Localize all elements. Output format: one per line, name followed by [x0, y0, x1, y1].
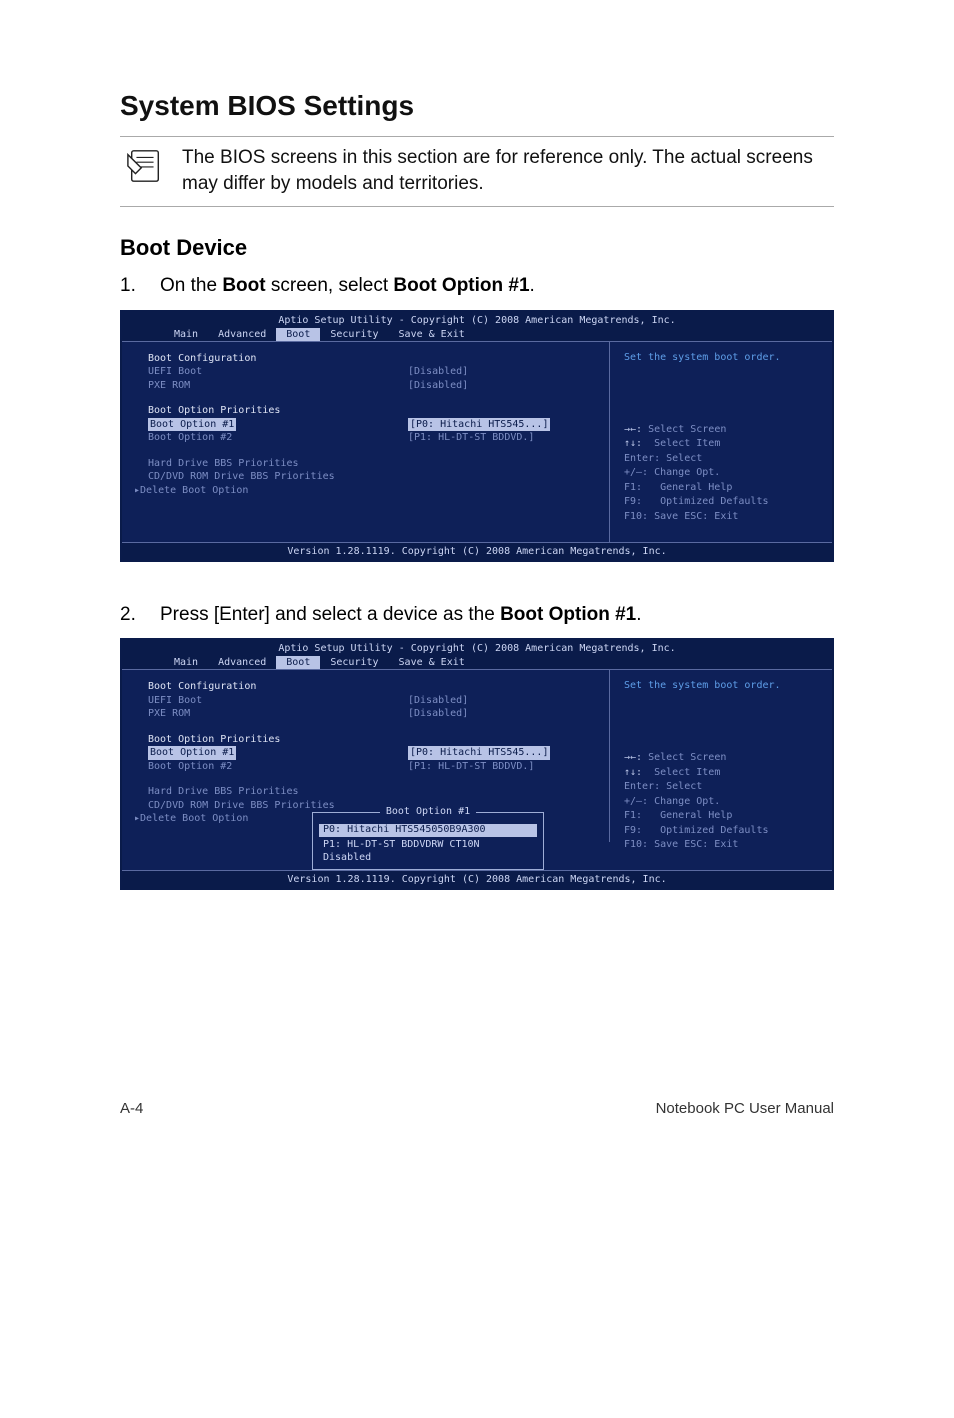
bios-help-panel: Set the system boot order. →←: Select Sc… — [610, 670, 832, 870]
pxe-rom-label[interactable]: PXE ROM — [148, 379, 408, 393]
text: Press [Enter] and select a device as the — [160, 604, 500, 625]
boot-option-1-label[interactable]: Boot Option #1 — [148, 746, 236, 760]
key-help-line: F10: Save ESC: Exit — [624, 510, 820, 525]
manual-title: Notebook PC User Manual — [656, 1100, 834, 1117]
bios-screenshot-1: Aptio Setup Utility - Copyright (C) 2008… — [120, 310, 834, 562]
boot-priorities-heading: Boot Option Priorities — [148, 404, 408, 418]
pxe-rom-label[interactable]: PXE ROM — [148, 707, 408, 721]
tab-advanced[interactable]: Advanced — [208, 328, 276, 341]
popup-option-hldtst[interactable]: P1: HL-DT-ST BDDVDRW CT10N — [313, 839, 543, 852]
boot-config-heading: Boot Configuration — [148, 680, 408, 694]
key-help-line: F9: Optimized Defaults — [624, 824, 820, 839]
popup-title: Boot Option #1 — [380, 806, 476, 817]
note-text: The BIOS screens in this section are for… — [182, 145, 834, 196]
note-icon — [126, 147, 164, 185]
hdd-bbs-priorities[interactable]: Hard Drive BBS Priorities — [148, 457, 408, 471]
cd-dvd-bbs-priorities[interactable]: CD/DVD ROM Drive BBS Priorities — [148, 470, 408, 484]
step-2: 2. Press [Enter] and select a device as … — [120, 602, 834, 629]
boot-option-popup: Boot Option #1 P0: Hitachi HTS545050B9A3… — [312, 812, 544, 870]
text-bold: Boot Option #1 — [393, 275, 529, 296]
page-footer: A-4 Notebook PC User Manual — [120, 930, 834, 1117]
key-help-line: Enter: Select — [624, 780, 820, 795]
boot-option-2-label[interactable]: Boot Option #2 — [148, 431, 408, 445]
delete-boot-option[interactable]: Delete Boot Option — [140, 812, 248, 826]
bios-footer: Version 1.28.1119. Copyright (C) 2008 Am… — [122, 543, 832, 560]
delete-boot-option[interactable]: Delete Boot Option — [140, 484, 248, 498]
bios-screenshot-2: Aptio Setup Utility - Copyright (C) 2008… — [120, 638, 834, 890]
tab-security[interactable]: Security — [320, 328, 388, 341]
note-callout: The BIOS screens in this section are for… — [120, 136, 834, 207]
text-bold: Boot Option #1 — [500, 604, 636, 625]
boot-option-2-label[interactable]: Boot Option #2 — [148, 760, 408, 774]
step-text: On the Boot screen, select Boot Option #… — [160, 273, 535, 300]
text-bold: Boot — [222, 275, 265, 296]
uefi-boot-label[interactable]: UEFI Boot — [148, 694, 408, 708]
boot-option-1-value: [P0: Hitachi HTS545...] — [408, 418, 550, 432]
key-help-line: ↑↓: Select Item — [624, 437, 820, 452]
uefi-boot-value: [Disabled] — [408, 694, 468, 708]
tab-boot[interactable]: Boot — [276, 656, 320, 669]
boot-option-2-value: [P1: HL-DT-ST BDDVD.] — [408, 431, 534, 445]
boot-config-heading: Boot Configuration — [148, 352, 408, 366]
tab-save-exit[interactable]: Save & Exit — [389, 656, 475, 669]
key-help-line: →←: Select Screen — [624, 751, 820, 766]
tab-main[interactable]: Main — [164, 328, 208, 341]
tab-main[interactable]: Main — [164, 656, 208, 669]
key-help-line: ↑↓: Select Item — [624, 766, 820, 781]
text: On the — [160, 275, 222, 296]
key-help-line: F1: General Help — [624, 809, 820, 824]
help-description: Set the system boot order. — [624, 352, 820, 363]
popup-option-hitachi[interactable]: P0: Hitachi HTS545050B9A300 — [319, 824, 537, 837]
bios-header: Aptio Setup Utility - Copyright (C) 2008… — [122, 640, 832, 656]
uefi-boot-value: [Disabled] — [408, 365, 468, 379]
key-help-line: F9: Optimized Defaults — [624, 495, 820, 510]
text: . — [636, 604, 641, 625]
step-number: 2. — [120, 602, 160, 629]
bios-tab-row: Main Advanced Boot Security Save & Exit — [122, 656, 832, 669]
bios-tab-row: Main Advanced Boot Security Save & Exit — [122, 328, 832, 341]
tab-advanced[interactable]: Advanced — [208, 656, 276, 669]
step-text: Press [Enter] and select a device as the… — [160, 602, 642, 629]
pxe-rom-value: [Disabled] — [408, 707, 468, 721]
uefi-boot-label[interactable]: UEFI Boot — [148, 365, 408, 379]
key-help-line: +/—: Change Opt. — [624, 795, 820, 810]
text: . — [530, 275, 535, 296]
popup-option-disabled[interactable]: Disabled — [313, 852, 543, 865]
bios-main-panel: Boot Configuration UEFI Boot[Disabled] P… — [122, 342, 610, 542]
step-1: 1. On the Boot screen, select Boot Optio… — [120, 273, 834, 300]
tab-security[interactable]: Security — [320, 656, 388, 669]
bios-footer: Version 1.28.1119. Copyright (C) 2008 Am… — [122, 871, 832, 888]
bios-help-panel: Set the system boot order. →←: Select Sc… — [610, 342, 832, 542]
step-number: 1. — [120, 273, 160, 300]
cd-dvd-bbs-priorities[interactable]: CD/DVD ROM Drive BBS Priorities — [148, 799, 408, 813]
boot-option-2-value: [P1: HL-DT-ST BDDVD.] — [408, 760, 534, 774]
key-help-line: F10: Save ESC: Exit — [624, 838, 820, 853]
boot-option-1-label[interactable]: Boot Option #1 — [148, 418, 236, 432]
hdd-bbs-priorities[interactable]: Hard Drive BBS Priorities — [148, 785, 408, 799]
boot-option-1-value: [P0: Hitachi HTS545...] — [408, 746, 550, 760]
page-number: A-4 — [120, 1100, 143, 1117]
key-help-line: Enter: Select — [624, 452, 820, 467]
bios-header: Aptio Setup Utility - Copyright (C) 2008… — [122, 312, 832, 328]
key-help-line: F1: General Help — [624, 481, 820, 496]
key-help-line: +/—: Change Opt. — [624, 466, 820, 481]
section-heading: Boot Device — [120, 235, 834, 261]
tab-save-exit[interactable]: Save & Exit — [389, 328, 475, 341]
text: screen, select — [266, 275, 394, 296]
key-help-line: →←: Select Screen — [624, 423, 820, 438]
boot-priorities-heading: Boot Option Priorities — [148, 733, 408, 747]
tab-boot[interactable]: Boot — [276, 328, 320, 341]
page-title: System BIOS Settings — [120, 90, 834, 122]
pxe-rom-value: [Disabled] — [408, 379, 468, 393]
help-description: Set the system boot order. — [624, 680, 820, 691]
